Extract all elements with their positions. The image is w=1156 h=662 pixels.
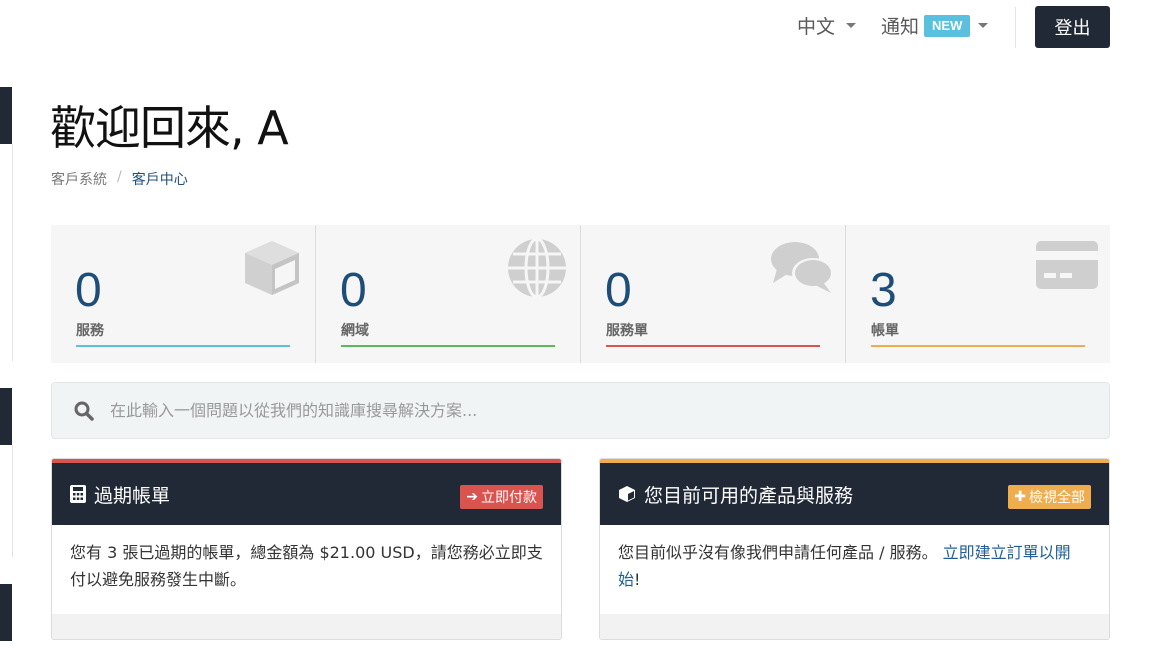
pay-now-button[interactable]: ➔ 立即付款 bbox=[460, 485, 543, 509]
sidebar-panel-header bbox=[0, 584, 12, 641]
panel-footer bbox=[52, 614, 561, 639]
stat-value: 0 bbox=[605, 264, 632, 317]
chevron-down-icon bbox=[978, 23, 989, 28]
panel-header: 過期帳單 ➔ 立即付款 bbox=[52, 463, 561, 525]
knowledgebase-search bbox=[51, 382, 1110, 439]
sidebar-panel-body bbox=[0, 144, 13, 361]
notifications-dropdown[interactable]: 通知 NEW bbox=[881, 12, 989, 39]
new-badge: NEW bbox=[924, 14, 971, 37]
stat-label: 網域 bbox=[341, 323, 369, 339]
view-all-button[interactable]: ✚ 檢視全部 bbox=[1008, 485, 1091, 509]
stat-tile-domains[interactable]: 0 網域 bbox=[316, 225, 581, 363]
active-products-panel: 您目前可用的產品與服務 ✚ 檢視全部 您目前似乎沒有像我們申請任何產品 / 服務… bbox=[599, 458, 1110, 640]
stat-underline bbox=[341, 345, 555, 347]
page-title: 歡迎回來, A bbox=[50, 101, 289, 155]
notifications-label: 通知 bbox=[881, 16, 920, 38]
sidebar-panel-body bbox=[0, 445, 13, 557]
panel-body: 您有 3 張已過期的帳單，總金額為 $21.00 USD，請您務必立即支付以避免… bbox=[52, 525, 561, 614]
credit-card-icon bbox=[1036, 241, 1098, 289]
plus-icon: ✚ bbox=[1014, 489, 1026, 505]
breadcrumb-item-client-system[interactable]: 客戶系統 bbox=[51, 169, 107, 189]
panel-body: 您目前似乎沒有像我們申請任何產品 / 服務。 立即建立訂單以開始! bbox=[600, 525, 1109, 614]
panel-title: 過期帳單 bbox=[94, 484, 171, 507]
stat-tile-tickets[interactable]: 0 服務單 bbox=[581, 225, 846, 363]
top-navbar: 中文 通知 NEW 登出 bbox=[0, 0, 1156, 60]
stat-value: 0 bbox=[340, 264, 367, 317]
no-products-message: 您目前似乎沒有像我們申請任何產品 / 服務。 bbox=[618, 543, 938, 562]
globe-icon bbox=[508, 237, 566, 299]
search-icon bbox=[74, 401, 94, 421]
breadcrumb-item-client-area: 客戶中心 bbox=[131, 172, 188, 188]
stat-label: 服務 bbox=[76, 323, 104, 339]
stat-tile-services[interactable]: 0 服務 bbox=[51, 225, 316, 363]
stats-tiles: 0 服務 0 網域 0 服務單 3 帳單 bbox=[51, 225, 1110, 363]
breadcrumb-separator: / bbox=[117, 169, 122, 185]
sidebar-panel-header bbox=[0, 87, 12, 144]
view-all-label: 檢視全部 bbox=[1029, 490, 1085, 506]
cube-icon bbox=[619, 486, 635, 502]
overdue-message: 您有 3 張已過期的帳單，總金額為 $21.00 USD，請您務必立即支付以避免… bbox=[70, 543, 543, 589]
calculator-icon bbox=[70, 485, 86, 503]
stat-value: 3 bbox=[870, 264, 897, 317]
panel-header: 您目前可用的產品與服務 ✚ 檢視全部 bbox=[600, 463, 1109, 525]
comments-icon bbox=[771, 242, 834, 293]
language-dropdown[interactable]: 中文 bbox=[797, 12, 857, 39]
logout-button[interactable]: 登出 bbox=[1035, 6, 1110, 48]
stat-value: 0 bbox=[75, 264, 102, 317]
pay-now-label: 立即付款 bbox=[481, 490, 537, 506]
breadcrumb: 客戶系統 / 客戶中心 bbox=[51, 169, 188, 189]
panel-title: 您目前可用的產品與服務 bbox=[644, 484, 854, 507]
stat-tile-invoices[interactable]: 3 帳單 bbox=[846, 225, 1110, 363]
panel-footer bbox=[600, 614, 1109, 639]
stat-label: 帳單 bbox=[871, 323, 899, 339]
arrow-right-icon: ➔ bbox=[466, 489, 478, 505]
sidebar-panel-header bbox=[0, 388, 12, 445]
divider bbox=[1015, 7, 1016, 48]
message-end: ! bbox=[634, 570, 641, 589]
stat-label: 服務單 bbox=[606, 323, 648, 339]
chevron-down-icon bbox=[846, 23, 857, 28]
stat-underline bbox=[76, 345, 290, 347]
stat-underline bbox=[606, 345, 820, 347]
overdue-invoices-panel: 過期帳單 ➔ 立即付款 您有 3 張已過期的帳單，總金額為 $21.00 USD… bbox=[51, 458, 562, 640]
cube-icon bbox=[245, 241, 299, 295]
language-label: 中文 bbox=[797, 16, 836, 38]
search-input[interactable] bbox=[110, 401, 1010, 420]
stat-underline bbox=[871, 345, 1085, 347]
